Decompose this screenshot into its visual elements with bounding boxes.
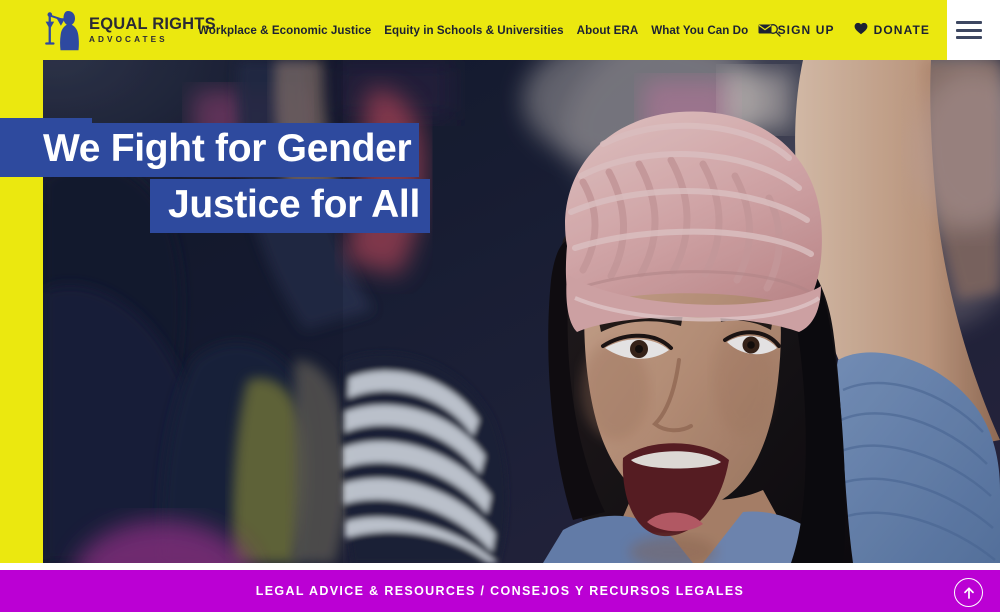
hamburger-menu-icon[interactable] [956,21,982,39]
heart-icon [854,22,868,38]
hero-headline-line-2: Justice for All [150,179,430,233]
arrow-up-icon[interactable] [954,578,983,607]
nav-item-equity-in-schools-universities[interactable]: Equity in Schools & Universities [384,24,563,37]
sign-up-label: SIGN UP [777,23,835,37]
legal-advice-link[interactable]: LEGAL ADVICE & RESOURCES / CONSEJOS Y RE… [0,570,1000,612]
legal-advice-bar: LEGAL ADVICE & RESOURCES / CONSEJOS Y RE… [0,570,1000,612]
hamburger-bar [956,28,982,32]
hamburger-bar [956,21,982,24]
nav-item-what-you-can-do[interactable]: What You Can Do [651,24,748,37]
page-root: EQUAL RIGHTS ADVOCATES Workplace & Econo… [0,0,1000,612]
header-actions: SIGN UP DONATE [758,0,930,60]
nav-item-about-era[interactable]: About ERA [577,24,639,37]
logo-wordmark: EQUAL RIGHTS ADVOCATES [89,16,216,44]
logo-subtitle: ADVOCATES [89,34,168,44]
site-header: EQUAL RIGHTS ADVOCATES Workplace & Econo… [0,0,1000,60]
donate-label: DONATE [873,23,930,37]
nav-item-workplace-economic-justice[interactable]: Workplace & Economic Justice [198,24,371,37]
sign-up-button[interactable]: SIGN UP [758,23,835,37]
scales-of-justice-figure-icon [44,9,82,51]
hero-headline: We Fight for Gender Justice for All [0,123,430,233]
hamburger-bar [956,36,982,39]
hero-headline-line-1: We Fight for Gender [0,123,420,177]
hero-section: We Fight for Gender Justice for All [0,60,1000,563]
primary-nav: Workplace & Economic Justice Equity in S… [198,0,784,60]
envelope-icon [758,23,772,37]
logo-title: EQUAL RIGHTS [89,15,216,34]
donate-button[interactable]: DONATE [854,22,930,38]
hero-bottom-gap [0,563,1000,570]
site-logo[interactable]: EQUAL RIGHTS ADVOCATES [44,8,216,52]
